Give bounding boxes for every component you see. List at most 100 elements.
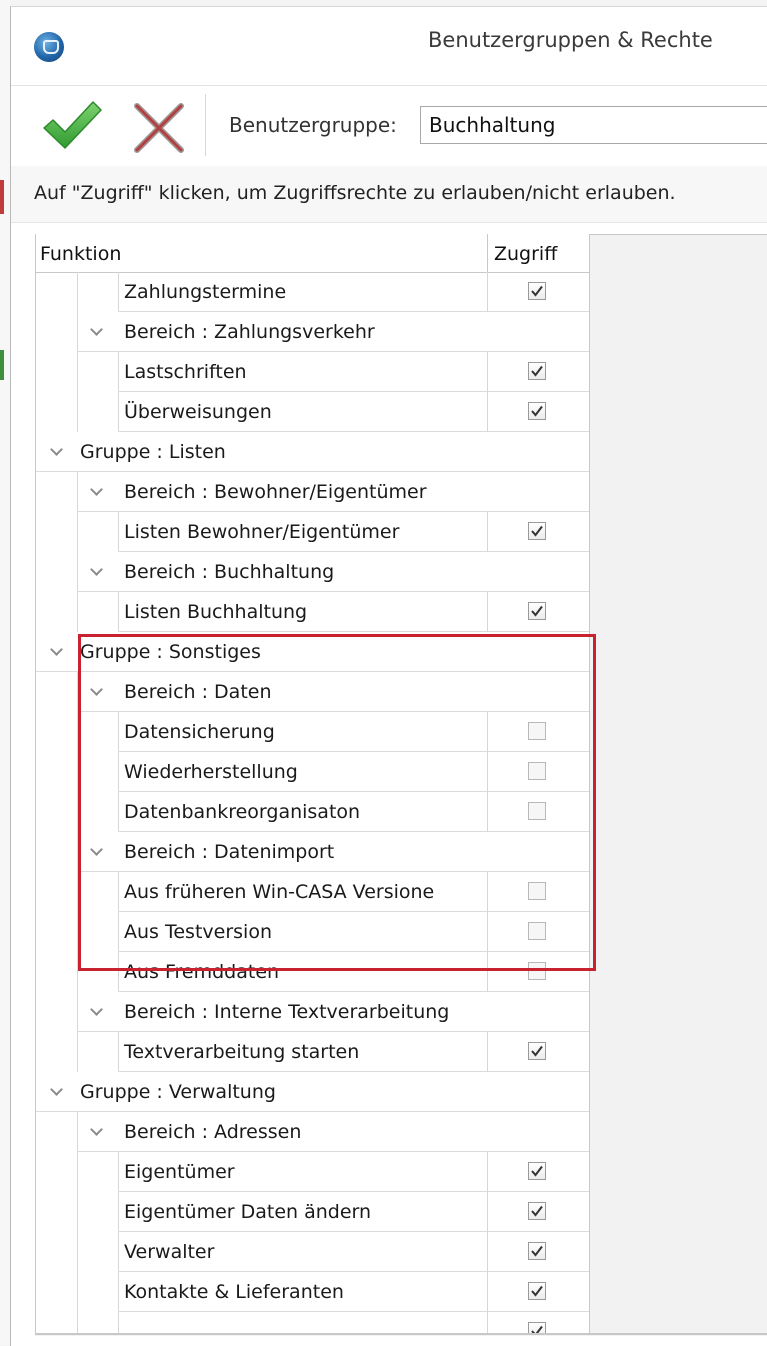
access-checkbox[interactable]	[528, 1162, 546, 1180]
area-row[interactable]: Bereich : Bewohner/Eigentümer	[36, 472, 589, 512]
expand-chevron-icon[interactable]	[48, 644, 64, 660]
access-cell	[487, 512, 589, 552]
indent-guide	[77, 1192, 119, 1232]
area-row[interactable]: Bereich : Buchhaltung	[36, 552, 589, 592]
permission-row[interactable]: Aus Fremddaten	[36, 952, 589, 992]
expand-chevron-icon[interactable]	[88, 684, 104, 700]
area-row[interactable]: Bereich : Adressen	[36, 1112, 589, 1152]
permission-row[interactable]: Wiederherstellung	[36, 752, 589, 792]
group-row[interactable]: Gruppe : Listen	[36, 432, 589, 472]
area-row[interactable]: Bereich : Daten	[36, 672, 589, 712]
access-checkbox[interactable]	[528, 1042, 546, 1060]
permission-row[interactable]	[36, 1312, 589, 1335]
column-header-access[interactable]: Zugriff	[494, 243, 557, 265]
column-header-function[interactable]: Funktion	[40, 243, 121, 265]
permission-row[interactable]: Datensicherung	[36, 712, 589, 752]
row-label: Gruppe : Listen	[80, 441, 226, 463]
permission-row[interactable]: Zahlungstermine	[36, 272, 589, 312]
access-checkbox[interactable]	[528, 722, 546, 740]
access-checkbox[interactable]	[528, 602, 546, 620]
indent-guide	[36, 952, 78, 992]
access-checkbox[interactable]	[528, 922, 546, 940]
indent-guide	[77, 872, 119, 912]
expand-chevron-icon[interactable]	[88, 484, 104, 500]
expand-chevron-icon[interactable]	[88, 844, 104, 860]
indent-guide	[36, 1192, 78, 1232]
access-checkbox[interactable]	[528, 402, 546, 420]
permission-row[interactable]: Eigentümer	[36, 1152, 589, 1192]
row-label: Kontakte & Lieferanten	[124, 1281, 344, 1303]
access-cell	[487, 592, 589, 632]
permission-row[interactable]: Datenbankreorganisaton	[36, 792, 589, 832]
access-checkbox[interactable]	[528, 1242, 546, 1260]
access-cell	[487, 912, 589, 952]
access-cell	[487, 792, 589, 832]
indent-guide	[77, 752, 119, 792]
user-group-label: Benutzergruppe:	[229, 113, 397, 137]
row-label: Textverarbeitung starten	[124, 1041, 360, 1063]
access-cell	[487, 872, 589, 912]
row-label: Wiederherstellung	[124, 761, 298, 783]
info-bar: Auf "Zugriff" klicken, um Zugriffsrechte…	[11, 166, 767, 223]
area-row[interactable]: Bereich : Datenimport	[36, 832, 589, 872]
row-label: Gruppe : Sonstiges	[80, 641, 261, 663]
app-logo-icon	[34, 32, 64, 62]
row-label: Listen Bewohner/Eigentümer	[124, 521, 400, 543]
edge-mark	[0, 180, 4, 214]
permission-row[interactable]: Kontakte & Lieferanten	[36, 1272, 589, 1312]
area-row[interactable]: Bereich : Interne Textverarbeitung	[36, 992, 589, 1032]
access-cell	[487, 272, 589, 312]
indent-guide	[77, 1032, 119, 1072]
access-checkbox[interactable]	[528, 882, 546, 900]
permission-row[interactable]: Aus Testversion	[36, 912, 589, 952]
indent-guide	[77, 1272, 119, 1312]
checkbox-check-icon	[531, 285, 543, 297]
group-row[interactable]: Gruppe : Sonstiges	[36, 632, 589, 672]
grid-bottom-border	[35, 1333, 767, 1335]
indent-guide	[36, 1032, 78, 1072]
expand-chevron-icon[interactable]	[88, 1004, 104, 1020]
permission-row[interactable]: Eigentümer Daten ändern	[36, 1192, 589, 1232]
access-checkbox[interactable]	[528, 1282, 546, 1300]
permission-row[interactable]: Listen Buchhaltung	[36, 592, 589, 632]
access-cell	[487, 352, 589, 392]
area-row[interactable]: Bereich : Zahlungsverkehr	[36, 312, 589, 352]
access-checkbox[interactable]	[528, 802, 546, 820]
cancel-button[interactable]	[129, 100, 189, 156]
access-cell	[487, 1232, 589, 1272]
access-checkbox[interactable]	[528, 282, 546, 300]
access-checkbox[interactable]	[528, 1202, 546, 1220]
expand-chevron-icon[interactable]	[88, 564, 104, 580]
row-label: Überweisungen	[124, 401, 272, 423]
row-label: Bereich : Adressen	[124, 1121, 302, 1143]
checkbox-check-icon	[531, 405, 543, 417]
permission-row[interactable]: Überweisungen	[36, 392, 589, 432]
row-label: Eigentümer	[124, 1161, 235, 1183]
expand-chevron-icon[interactable]	[88, 1124, 104, 1140]
checkbox-check-icon	[531, 1245, 543, 1257]
access-cell	[487, 1032, 589, 1072]
user-group-field[interactable]: Buchhaltung	[420, 106, 767, 144]
checkbox-check-icon	[531, 1205, 543, 1217]
indent-guide	[36, 272, 78, 312]
indent-guide	[36, 1272, 78, 1312]
access-checkbox[interactable]	[528, 362, 546, 380]
access-cell	[487, 952, 589, 992]
access-checkbox[interactable]	[528, 522, 546, 540]
confirm-button[interactable]	[41, 96, 103, 156]
permission-row[interactable]: Textverarbeitung starten	[36, 1032, 589, 1072]
permission-row[interactable]: Verwalter	[36, 1232, 589, 1272]
indent-guide	[77, 592, 119, 632]
permission-row[interactable]: Listen Bewohner/Eigentümer	[36, 512, 589, 552]
row-label: Zahlungstermine	[124, 281, 287, 303]
expand-chevron-icon[interactable]	[48, 444, 64, 460]
permission-row[interactable]: Aus früheren Win-CASA Versione	[36, 872, 589, 912]
expand-chevron-icon[interactable]	[48, 1084, 64, 1100]
access-checkbox[interactable]	[528, 962, 546, 980]
group-row[interactable]: Gruppe : Verwaltung	[36, 1072, 589, 1112]
access-checkbox[interactable]	[528, 762, 546, 780]
expand-chevron-icon[interactable]	[88, 324, 104, 340]
permission-row[interactable]: Lastschriften	[36, 352, 589, 392]
indent-guide	[36, 672, 78, 712]
indent-guide	[77, 352, 119, 392]
